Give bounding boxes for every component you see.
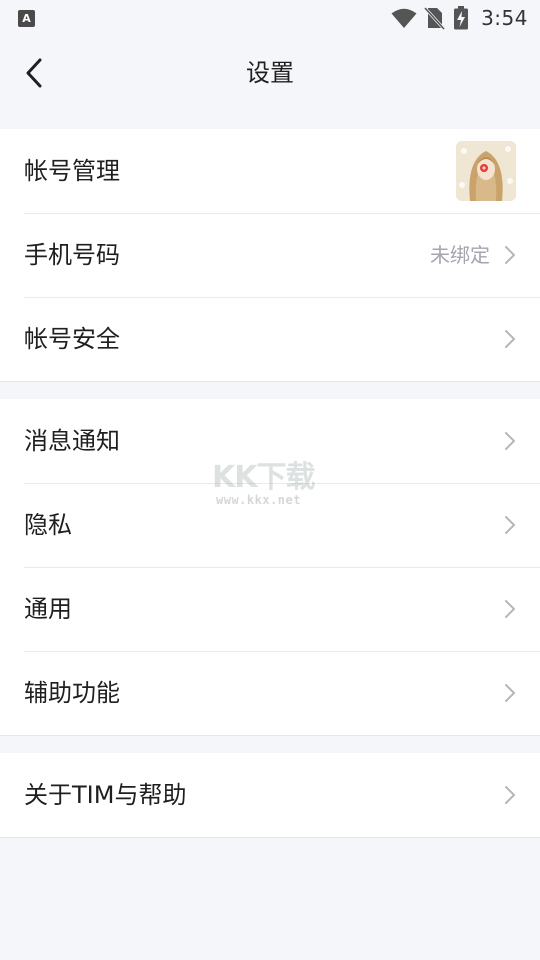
status-icons: 3:54 bbox=[391, 5, 528, 31]
nav-bar: 设置 bbox=[0, 36, 540, 110]
no-sim-icon bbox=[423, 6, 446, 30]
status-time: 3:54 bbox=[481, 6, 528, 30]
chevron-right-icon bbox=[505, 600, 515, 618]
phone-binding-status: 未绑定 bbox=[430, 243, 490, 267]
settings-item-label: 帐号安全 bbox=[24, 325, 120, 353]
page-title: 设置 bbox=[246, 59, 294, 87]
settings-item-label: 帐号管理 bbox=[24, 157, 120, 185]
app-notification-icon: A bbox=[18, 10, 35, 27]
settings-group-general: 消息通知 隐私 通用 辅助功能 bbox=[0, 399, 540, 736]
settings-item-about-help[interactable]: 关于TIM与帮助 bbox=[0, 753, 540, 837]
settings-group-account: 帐号管理 手机号码 未绑定 帐号安全 bbox=[0, 129, 540, 382]
settings-item-label: 隐私 bbox=[24, 511, 72, 539]
settings-item-general[interactable]: 通用 bbox=[0, 567, 540, 651]
settings-screen: A 3:54 设置 帐号管理 手机号码 未绑定 帐号安全 消息通知 隐私 通用 … bbox=[0, 0, 540, 960]
settings-item-label: 消息通知 bbox=[24, 427, 120, 455]
back-button[interactable] bbox=[14, 53, 54, 93]
settings-group-about: 关于TIM与帮助 bbox=[0, 753, 540, 838]
settings-item-accessibility[interactable]: 辅助功能 bbox=[0, 651, 540, 735]
settings-item-phone-number[interactable]: 手机号码 未绑定 bbox=[0, 213, 540, 297]
settings-item-label: 关于TIM与帮助 bbox=[24, 781, 187, 809]
chevron-right-icon bbox=[505, 246, 515, 264]
settings-item-label: 通用 bbox=[24, 595, 72, 623]
battery-charging-icon bbox=[454, 6, 469, 30]
settings-item-label: 辅助功能 bbox=[24, 679, 120, 707]
chevron-right-icon bbox=[505, 786, 515, 804]
chevron-right-icon bbox=[505, 330, 515, 348]
settings-item-privacy[interactable]: 隐私 bbox=[0, 483, 540, 567]
chevron-right-icon bbox=[505, 432, 515, 450]
wifi-icon bbox=[391, 8, 417, 28]
chevron-left-icon bbox=[26, 58, 42, 88]
avatar bbox=[456, 141, 516, 201]
settings-item-account-security[interactable]: 帐号安全 bbox=[0, 297, 540, 381]
settings-item-label: 手机号码 bbox=[24, 241, 120, 269]
status-bar: A 3:54 bbox=[0, 0, 540, 36]
settings-item-notifications[interactable]: 消息通知 bbox=[0, 399, 540, 483]
chevron-right-icon bbox=[505, 684, 515, 702]
chevron-right-icon bbox=[505, 516, 515, 534]
settings-item-account-management[interactable]: 帐号管理 bbox=[0, 129, 540, 213]
